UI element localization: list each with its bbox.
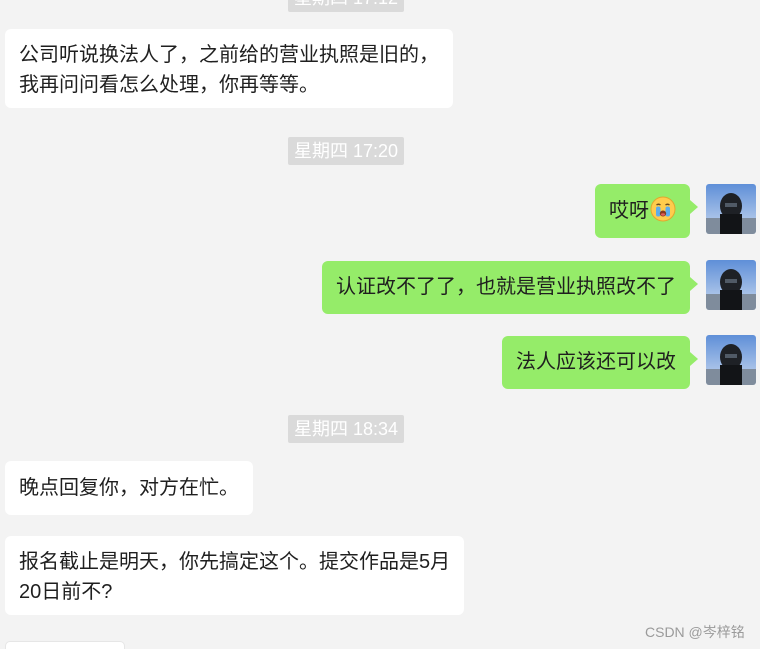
outgoing-message[interactable]: 认证改不了了，也就是营业执照改不了 bbox=[322, 261, 698, 314]
avatar[interactable] bbox=[706, 184, 756, 234]
message-text: 哎呀 bbox=[609, 200, 649, 222]
message-text: 认证改不了了，也就是营业执照改不了 bbox=[336, 276, 676, 298]
incoming-message[interactable]: 报名截止是明天，你先搞定这个。提交作品是5月 20日前不? bbox=[5, 536, 465, 615]
message-text: 公司听说换法人了，之前给的营业执照是旧的， bbox=[19, 44, 439, 66]
avatar[interactable] bbox=[706, 335, 756, 385]
crying-face-icon bbox=[650, 196, 676, 231]
timestamp: 星期四 17:20 bbox=[288, 137, 405, 165]
message-text: 报名截止是明天，你先搞定这个。提交作品是5月 bbox=[19, 551, 451, 573]
outgoing-message[interactable]: 法人应该还可以改 bbox=[502, 336, 698, 389]
chat-window: 星期四 17:12 公司听说换法人了，之前给的营业执照是旧的， 我再问问看怎么处… bbox=[0, 0, 760, 649]
avatar[interactable] bbox=[706, 260, 756, 310]
partial-message-card[interactable] bbox=[5, 641, 125, 649]
message-text: 我再问问看怎么处理，你再等等。 bbox=[19, 74, 319, 96]
incoming-message[interactable]: 公司听说换法人了，之前给的营业执照是旧的， 我再问问看怎么处理，你再等等。 bbox=[5, 29, 453, 108]
message-text: 晚点回复你，对方在忙。 bbox=[19, 477, 239, 499]
incoming-message[interactable]: 晚点回复你，对方在忙。 bbox=[5, 461, 253, 515]
message-text: 20日前不? bbox=[19, 581, 113, 603]
timestamp: 星期四 18:34 bbox=[288, 415, 405, 443]
watermark: CSDN @岑梓铭 bbox=[645, 624, 745, 640]
message-text: 法人应该还可以改 bbox=[516, 351, 676, 373]
timestamp: 星期四 17:12 bbox=[288, 0, 405, 12]
outgoing-message[interactable]: 哎呀 bbox=[595, 184, 698, 238]
